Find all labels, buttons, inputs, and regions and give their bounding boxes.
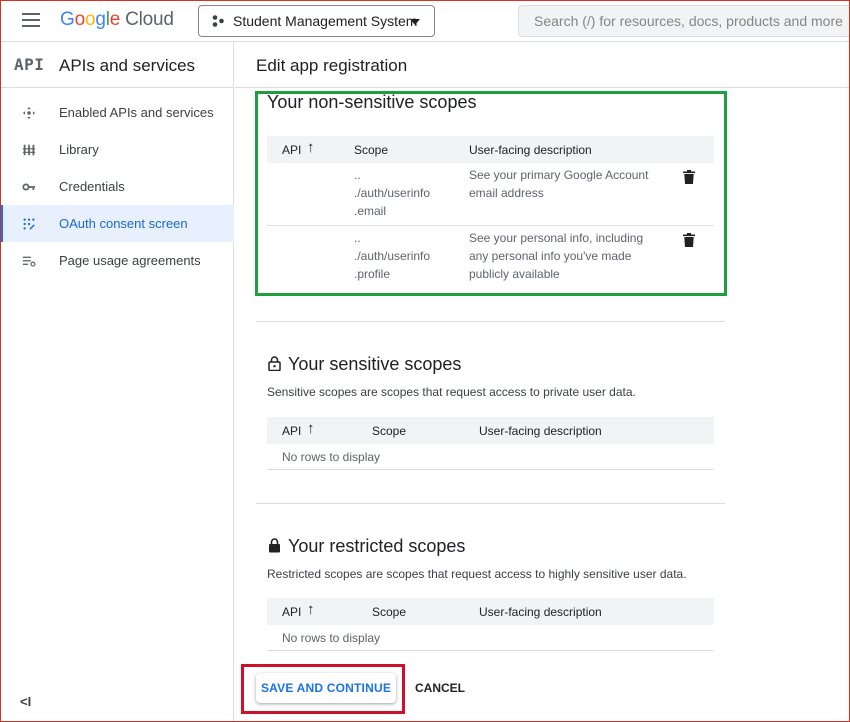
- page-header: Edit app registration: [235, 42, 850, 88]
- sidebar-item-label: Page usage agreements: [59, 253, 201, 268]
- google-cloud-logo[interactable]: Google Cloud: [60, 9, 174, 31]
- sidebar-item-oauth-consent[interactable]: OAuth consent screen: [0, 205, 234, 242]
- logo-suffix: Cloud: [125, 9, 174, 30]
- sensitive-table-header: API ↑ Scope User-facing description: [267, 417, 714, 444]
- search-input[interactable]: [519, 6, 850, 36]
- sidebar-header: API APIs and services: [0, 42, 234, 88]
- sidebar-item-label: Credentials: [59, 179, 125, 194]
- settings-list-icon: [22, 256, 36, 267]
- oauth-icon: [23, 218, 35, 230]
- sort-arrow-icon[interactable]: ↑: [307, 601, 315, 618]
- lock-icon: [269, 538, 280, 553]
- restricted-title: Your restricted scopes: [288, 536, 466, 556]
- sidebar-item-enabled-apis[interactable]: Enabled APIs and services: [0, 94, 234, 131]
- column-description: User-facing description: [479, 424, 602, 438]
- sensitive-description: Sensitive scopes are scopes that request…: [267, 385, 636, 399]
- no-rows-text: No rows to display: [282, 631, 381, 645]
- project-icon: [212, 15, 224, 27]
- sidebar-item-credentials[interactable]: Credentials: [0, 168, 234, 205]
- apis-icon: [22, 106, 36, 120]
- logo-letter: G: [60, 9, 75, 30]
- restricted-description: Restricted scopes are scopes that reques…: [267, 567, 687, 581]
- sidebar-item-label: Library: [59, 142, 99, 157]
- column-scope: Scope: [372, 605, 407, 619]
- logo-letter: g: [95, 9, 106, 30]
- empty-row: No rows to display: [267, 625, 714, 651]
- logo-letter: o: [74, 9, 86, 30]
- green-highlight-box: [255, 91, 727, 296]
- sidebar: API APIs and services Enabled APIs and s…: [0, 42, 234, 722]
- api-icon: API: [14, 55, 45, 74]
- column-description: User-facing description: [479, 605, 602, 619]
- sort-arrow-icon[interactable]: ↑: [307, 420, 315, 437]
- chevron-down-icon: [410, 19, 420, 25]
- project-picker[interactable]: Student Management System: [198, 5, 435, 37]
- empty-row: No rows to display: [267, 444, 714, 470]
- sidebar-item-label: OAuth consent screen: [59, 216, 188, 231]
- top-bar: Google Cloud Student Management System: [0, 0, 850, 42]
- section-divider: [256, 321, 725, 322]
- key-icon: [22, 183, 36, 191]
- main-content: Your non-sensitive scopes API ↑ Scope Us…: [235, 88, 850, 722]
- sidebar-item-label: Enabled APIs and services: [59, 105, 214, 120]
- project-name: Student Management System: [233, 13, 418, 29]
- section-divider: [256, 503, 725, 504]
- column-scope: Scope: [372, 424, 407, 438]
- logo-letter: o: [84, 9, 96, 30]
- no-rows-text: No rows to display: [282, 450, 381, 464]
- page-title: Edit app registration: [256, 56, 408, 75]
- sidebar-title: APIs and services: [59, 56, 196, 75]
- collapse-sidebar-icon[interactable]: <I: [20, 694, 31, 709]
- sidebar-nav: Enabled APIs and services Library Creden…: [0, 94, 234, 279]
- menu-icon[interactable]: [22, 13, 40, 27]
- sidebar-item-library[interactable]: Library: [0, 131, 234, 168]
- library-icon: [22, 144, 36, 156]
- sensitive-title: Your sensitive scopes: [288, 354, 462, 374]
- red-highlight-box: [241, 664, 405, 714]
- lock-open-icon: [268, 356, 281, 371]
- cancel-button[interactable]: CANCEL: [407, 673, 473, 703]
- search-box[interactable]: [518, 5, 850, 37]
- column-api[interactable]: API: [282, 605, 301, 619]
- sidebar-item-page-usage[interactable]: Page usage agreements: [0, 242, 234, 279]
- column-api[interactable]: API: [282, 424, 301, 438]
- logo-letter: e: [109, 9, 121, 30]
- restricted-table-header: API ↑ Scope User-facing description: [267, 598, 714, 625]
